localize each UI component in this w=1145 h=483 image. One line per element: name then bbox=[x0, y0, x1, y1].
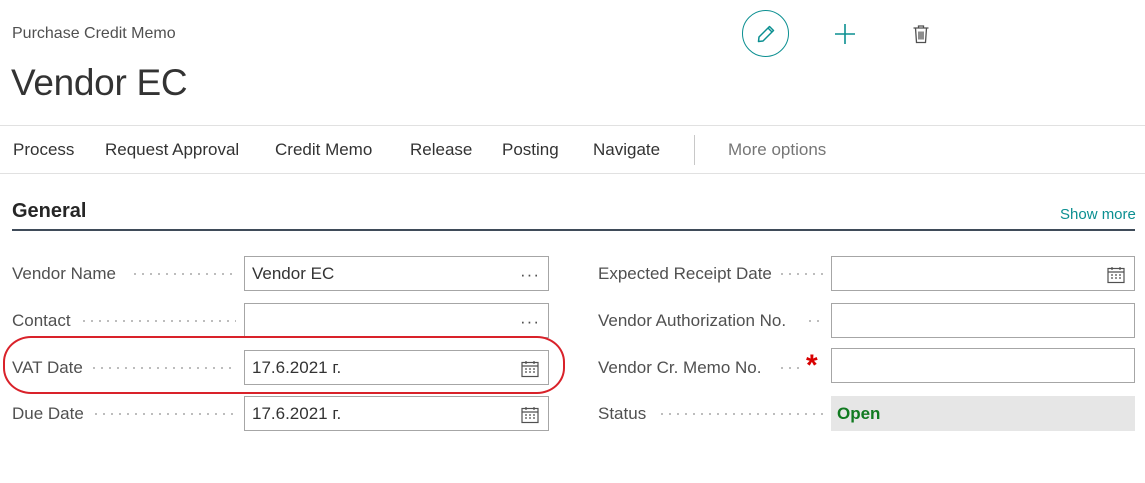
lookup-ellipsis-icon[interactable]: ··· bbox=[520, 313, 539, 331]
page-type-caption: Purchase Credit Memo bbox=[12, 25, 176, 42]
section-divider bbox=[12, 229, 1135, 231]
menu-divider bbox=[694, 135, 695, 165]
pencil-icon bbox=[757, 25, 774, 42]
menu-navigate[interactable]: Navigate bbox=[593, 140, 660, 160]
due-date-value: 17.6.2021 г. bbox=[252, 404, 342, 423]
due-date-label: Due Date bbox=[12, 404, 84, 423]
menu-more-options[interactable]: More options bbox=[728, 140, 826, 160]
show-more-link[interactable]: Show more bbox=[1060, 206, 1136, 223]
contact-label: Contact bbox=[12, 311, 71, 330]
vendor-cr-memo-no-label: Vendor Cr. Memo No. bbox=[598, 358, 762, 377]
leader-dots bbox=[80, 320, 236, 322]
delete-button[interactable] bbox=[906, 19, 936, 49]
menu-release[interactable]: Release bbox=[410, 140, 472, 160]
calendar-icon[interactable] bbox=[1107, 266, 1125, 284]
contact-field[interactable]: ··· bbox=[244, 303, 549, 338]
action-bar: Process Request Approval Credit Memo Rel… bbox=[0, 125, 1145, 174]
leader-dots bbox=[658, 413, 824, 415]
edit-button[interactable] bbox=[742, 10, 789, 57]
lookup-ellipsis-icon[interactable]: ··· bbox=[520, 266, 539, 284]
required-asterisk: * bbox=[806, 349, 818, 382]
trash-icon bbox=[913, 25, 929, 44]
expected-receipt-date-field[interactable] bbox=[831, 256, 1135, 291]
vat-date-highlight-annotation bbox=[3, 336, 565, 394]
vendor-authorization-no-label: Vendor Authorization No. bbox=[598, 311, 787, 330]
vendor-name-value: Vendor EC bbox=[252, 264, 335, 283]
vendor-cr-memo-no-field[interactable] bbox=[831, 348, 1135, 383]
vendor-authorization-no-field[interactable] bbox=[831, 303, 1135, 338]
plus-icon bbox=[835, 24, 855, 44]
expected-receipt-date-label: Expected Receipt Date bbox=[598, 264, 772, 283]
leader-dots bbox=[778, 273, 824, 275]
page-title: Vendor EC bbox=[11, 62, 188, 103]
section-title-general[interactable]: General bbox=[12, 200, 86, 223]
menu-posting[interactable]: Posting bbox=[502, 140, 559, 160]
menu-process[interactable]: Process bbox=[13, 140, 74, 160]
status-field: Open bbox=[831, 396, 1135, 431]
leader-dots bbox=[806, 320, 824, 322]
status-value: Open bbox=[837, 404, 881, 423]
due-date-field[interactable]: 17.6.2021 г. bbox=[244, 396, 549, 431]
leader-dots bbox=[778, 367, 802, 369]
menu-credit-memo[interactable]: Credit Memo bbox=[275, 140, 372, 160]
status-label: Status bbox=[598, 404, 647, 423]
calendar-icon[interactable] bbox=[521, 406, 539, 424]
new-button[interactable] bbox=[830, 19, 860, 49]
leader-dots bbox=[92, 413, 236, 415]
menu-request-approval[interactable]: Request Approval bbox=[105, 140, 239, 160]
leader-dots bbox=[131, 273, 236, 275]
vendor-name-field[interactable]: Vendor EC ··· bbox=[244, 256, 549, 291]
vendor-name-label: Vendor Name bbox=[12, 264, 116, 283]
